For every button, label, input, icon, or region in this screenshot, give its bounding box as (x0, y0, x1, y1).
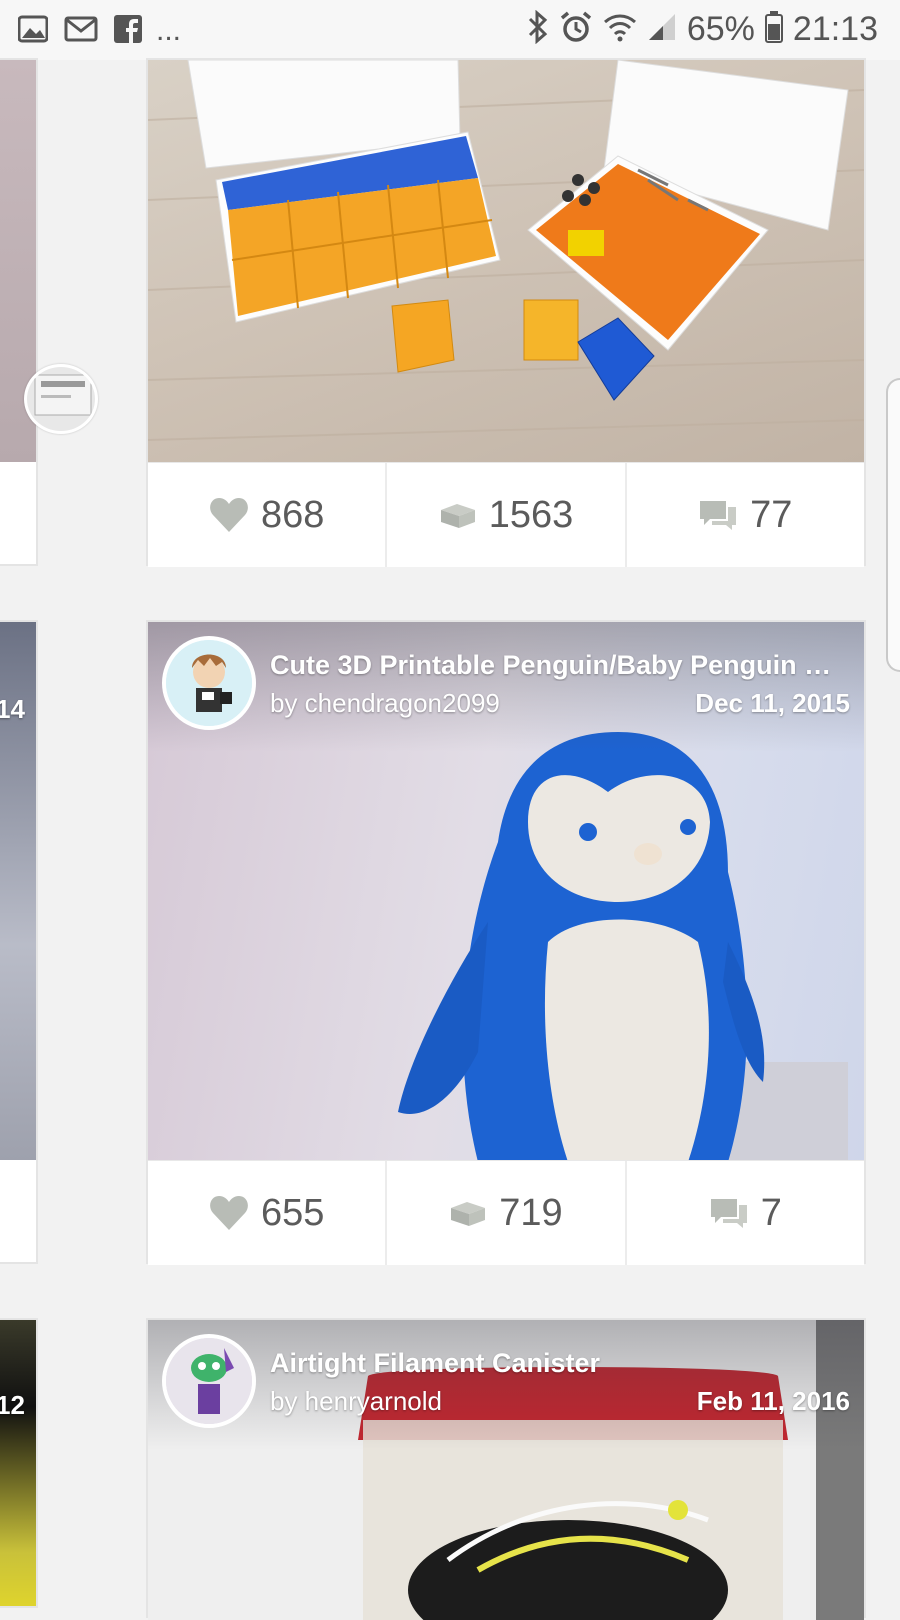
facebook-icon (114, 14, 142, 48)
scrollbar-handle[interactable] (886, 378, 900, 672)
heart-icon (210, 1196, 248, 1230)
left-card-date-fragment: 14 (0, 694, 25, 724)
collection-icon (451, 1202, 486, 1226)
like-stat[interactable]: 655 (148, 1161, 388, 1265)
alarm-icon (559, 10, 593, 49)
comment-count: 77 (750, 493, 793, 536)
battery-percent: 65% (686, 10, 755, 48)
collect-count: 719 (499, 1191, 563, 1234)
author-avatar[interactable] (162, 1334, 256, 1428)
author-avatar[interactable] (162, 636, 256, 730)
like-count: 655 (260, 1191, 325, 1234)
like-stat[interactable]: 868 (148, 463, 388, 567)
thing-card-storage-boxes[interactable]: 868 1563 77 (146, 58, 866, 567)
signal-icon (647, 12, 677, 47)
thing-date: Feb 11, 2016 (696, 1386, 850, 1416)
thing-author[interactable]: by henryarnold (270, 1386, 442, 1417)
bluetooth-icon (527, 9, 549, 49)
wifi-icon (603, 12, 637, 47)
left-avatar[interactable] (24, 364, 98, 434)
notification-overflow: ... (156, 14, 182, 47)
stats-bar: 655 719 7 (148, 1160, 864, 1265)
collect-stat[interactable]: 719 (387, 1161, 627, 1265)
clock: 21:13 (792, 10, 878, 48)
left-card-date-fragment: 12 (0, 1390, 25, 1420)
collection-icon (440, 504, 475, 528)
left-card-2[interactable]: 14 (0, 620, 38, 1264)
thing-author[interactable]: by chendragon2099 (270, 688, 500, 719)
like-count: 868 (260, 493, 325, 536)
comment-icon (710, 1199, 747, 1228)
stats-bar: 868 1563 77 (148, 462, 864, 567)
battery-icon (764, 11, 783, 48)
comment-stat[interactable]: 77 (627, 463, 864, 567)
comment-count: 7 (760, 1191, 782, 1234)
gallery-icon (17, 15, 49, 48)
thing-card-filament-canister[interactable]: Airtight Filament Canister by henryarnol… (146, 1318, 866, 1620)
collect-count: 1563 (488, 493, 574, 536)
status-bar: ... 65% 21:13 (0, 0, 900, 60)
thing-title[interactable]: Cute 3D Printable Penguin/Baby Penguin … (270, 650, 848, 681)
thing-image[interactable] (148, 60, 864, 462)
left-card-image (0, 1320, 36, 1606)
collect-stat[interactable]: 1563 (387, 463, 627, 567)
left-card-1[interactable] (0, 58, 38, 566)
left-card-3[interactable]: 12 (0, 1318, 38, 1608)
comment-icon (700, 501, 737, 530)
thing-card-penguin[interactable]: Cute 3D Printable Penguin/Baby Penguin …… (146, 620, 866, 1265)
heart-icon (210, 498, 248, 532)
thing-date: Dec 11, 2015 (695, 688, 850, 718)
comment-stat[interactable]: 7 (627, 1161, 864, 1265)
thing-title[interactable]: Airtight Filament Canister (270, 1348, 848, 1379)
email-icon (64, 16, 98, 47)
